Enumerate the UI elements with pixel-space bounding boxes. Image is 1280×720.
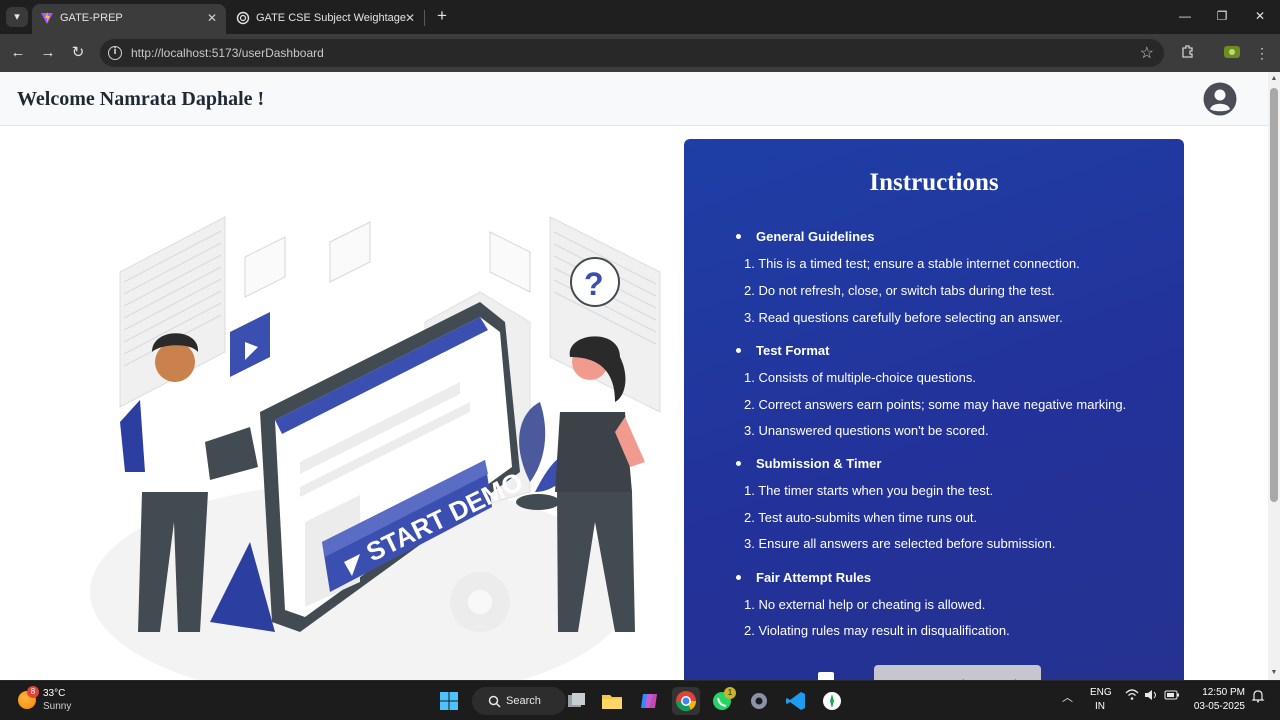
clock-date[interactable]: 03-05-2025: [1193, 701, 1245, 712]
bullet: [736, 348, 741, 353]
browser-tab-bar: ▾ GATE-PREP ✕ GATE CSE Subject Weightage…: [0, 0, 1280, 34]
rule-item: 1. The timer starts when you begin the t…: [744, 483, 994, 498]
settings-gear-icon[interactable]: [745, 687, 773, 715]
profile-extension-icon[interactable]: [1222, 43, 1242, 63]
weather-badge: 8: [27, 686, 39, 698]
instructions-title: Instructions: [869, 169, 999, 196]
question-mark-text: ?: [584, 266, 604, 302]
battery-icon[interactable]: [1164, 689, 1180, 704]
forward-arrow-icon[interactable]: →: [37, 42, 59, 64]
notification-bell-icon[interactable]: [1251, 689, 1265, 706]
address-bar[interactable]: i http://localhost:5173/userDashboard ☆: [100, 39, 1164, 67]
taskbar-search[interactable]: Search: [472, 687, 566, 715]
welcome-heading: Welcome Namrata Daphale !: [17, 88, 265, 110]
start-demo-illustration: START DEMO ?: [90, 216, 661, 680]
tab-title: GATE CSE Subject Weightage: [256, 12, 406, 24]
rule-item: 3. Ensure all answers are selected befor…: [744, 536, 1056, 551]
start-windows-icon[interactable]: [435, 687, 463, 715]
tab-search-dropdown[interactable]: ▾: [6, 7, 28, 27]
tab-gate-cse-weightage[interactable]: GATE CSE Subject Weightage ✕: [228, 4, 424, 34]
whatsapp-icon[interactable]: 1: [708, 687, 736, 715]
browser-toolbar: ← → ↻ i http://localhost:5173/userDashbo…: [0, 34, 1280, 72]
maximize-icon[interactable]: ❐: [1209, 6, 1235, 26]
temperature: 33°C: [43, 688, 66, 699]
section-heading: Fair Attempt Rules: [756, 570, 872, 585]
weather-condition: Sunny: [43, 701, 72, 712]
page-scrollbar[interactable]: ▲ ▼: [1268, 72, 1280, 680]
close-window-icon[interactable]: ✕: [1247, 6, 1273, 26]
instructions-panel: Instructions General Guidelines 1. This …: [684, 139, 1184, 680]
volume-icon[interactable]: [1144, 689, 1158, 704]
bullet: [736, 234, 741, 239]
back-arrow-icon[interactable]: ←: [7, 42, 29, 64]
file-explorer-icon[interactable]: [598, 687, 626, 715]
wifi-icon[interactable]: [1125, 689, 1139, 704]
vite-favicon-icon: [41, 12, 53, 24]
openai-favicon-icon: [236, 11, 250, 25]
clock-time[interactable]: 12:50 PM: [1201, 687, 1245, 698]
bullet: [736, 461, 741, 466]
page-content: Welcome Namrata Daphale ! START DEMO ? I…: [0, 72, 1268, 680]
rule-item: 1. This is a timed test; ensure a stable…: [744, 256, 1080, 271]
menu-kebab-icon[interactable]: ⋮: [1252, 43, 1272, 63]
whatsapp-badge: 1: [724, 687, 736, 699]
copilot-icon[interactable]: [635, 687, 663, 715]
extensions-icon[interactable]: [1178, 43, 1198, 63]
tab-title: GATE-PREP: [60, 12, 123, 24]
scrollbar-thumb[interactable]: [1270, 88, 1278, 502]
search-icon: [488, 695, 501, 708]
chrome-icon[interactable]: [672, 687, 700, 715]
region-indicator[interactable]: IN: [1095, 701, 1105, 712]
search-label: Search: [506, 695, 541, 707]
dashboard-header: Welcome Namrata Daphale !: [0, 72, 1268, 126]
rule-item: 3. Read questions carefully before selec…: [744, 310, 1063, 325]
vscode-icon[interactable]: [782, 687, 810, 715]
tab-gate-prep[interactable]: GATE-PREP ✕: [32, 4, 226, 34]
agree-checkbox[interactable]: [818, 672, 834, 680]
minimize-icon[interactable]: —: [1172, 6, 1198, 26]
close-tab-icon[interactable]: ✕: [402, 10, 418, 26]
section-heading: Test Format: [756, 343, 830, 358]
close-tab-icon[interactable]: ✕: [204, 10, 220, 26]
task-view-icon[interactable]: [562, 687, 590, 715]
rule-item: 1. No external help or cheating is allow…: [744, 597, 986, 612]
url-text[interactable]: http://localhost:5173/userDashboard: [131, 46, 324, 60]
git-app-icon[interactable]: [818, 687, 846, 715]
tab-divider: [424, 10, 425, 26]
windows-taskbar: 8 33°C Sunny Search 1 ︿ ENG IN 12:50 PM …: [0, 680, 1280, 720]
scroll-up-icon[interactable]: ▲: [1269, 74, 1279, 84]
scroll-down-icon[interactable]: ▼: [1269, 668, 1279, 678]
bookmark-star-icon[interactable]: ☆: [1140, 43, 1154, 63]
rule-item: 2. Test auto-submits when time runs out.: [744, 510, 978, 525]
bullet: [736, 575, 741, 580]
section-heading: General Guidelines: [756, 229, 875, 244]
language-indicator[interactable]: ENG: [1090, 687, 1112, 698]
tray-overflow-icon[interactable]: ︿: [1062, 689, 1073, 705]
rule-item: 1. Consists of multiple-choice questions…: [744, 370, 976, 385]
rule-item: 2. Do not refresh, close, or switch tabs…: [744, 283, 1055, 298]
reload-icon[interactable]: ↻: [67, 42, 89, 64]
new-tab-icon[interactable]: +: [432, 6, 452, 26]
rule-item: 2. Correct answers earn points; some may…: [744, 397, 1127, 412]
rule-item: 2. Violating rules may result in disqual…: [744, 623, 1010, 638]
site-info-icon[interactable]: i: [108, 46, 122, 60]
rule-item: 3. Unanswered questions won't be scored.: [744, 423, 989, 438]
section-heading: Submission & Timer: [756, 456, 882, 471]
user-avatar-icon[interactable]: [1203, 82, 1237, 116]
proceed-button[interactable]: I Agree and Proceed: [874, 665, 1041, 680]
